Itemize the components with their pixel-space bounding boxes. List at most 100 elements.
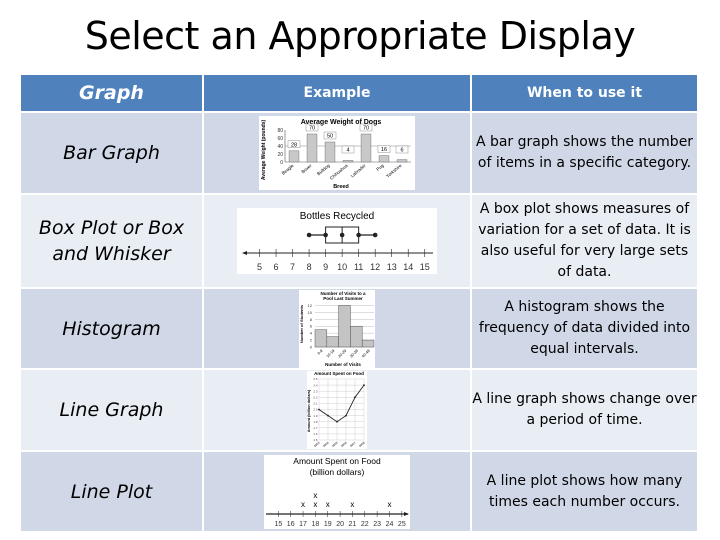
x-tick-label: 21 xyxy=(349,521,357,528)
y-tick-label: 4 xyxy=(310,330,313,335)
box-point xyxy=(356,232,361,238)
y-tick-label: 0 xyxy=(280,160,283,166)
x-tick-label: 2004 xyxy=(322,440,330,448)
bar xyxy=(324,141,336,163)
graph-name: Bar Graph xyxy=(21,113,202,193)
bar xyxy=(306,133,318,163)
when-to-use: A line plot shows how many times each nu… xyxy=(472,452,697,531)
data-point xyxy=(327,414,329,417)
table-header-row: Graph Example When to use it xyxy=(21,75,697,111)
x-tick-label: Yorkshire xyxy=(385,163,403,179)
x-tick-label: 14 xyxy=(403,262,413,272)
x-axis-label: Number of Visits xyxy=(325,362,361,367)
x-tick-label: 6 xyxy=(274,262,279,272)
x-tick-label: 2006 xyxy=(340,440,348,448)
x-tick-label: 15 xyxy=(274,521,282,528)
line-plot-example: Amount Spent on Food(billion dollars) 15 1… xyxy=(264,454,410,529)
histogram-bar xyxy=(361,339,375,347)
page-title: Select an Appropriate Display xyxy=(84,14,636,58)
table-row: Bar Graph Average Weight of Dogs Average … xyxy=(21,113,697,193)
table-row: Box Plot or Box and Whisker Bottles Recy… xyxy=(21,195,697,287)
data-point xyxy=(318,408,320,411)
histogram-bar xyxy=(350,325,363,347)
x-tick-label: Boxer xyxy=(300,163,313,175)
example-cell: Amount Spent on Food Amount (billion doll… xyxy=(204,370,470,450)
y-axis-label: Amount (billion dollars) xyxy=(307,389,311,432)
x-mark: x xyxy=(301,500,305,509)
y-tick-label: 2.3 xyxy=(313,389,318,393)
x-tick-label: 10 xyxy=(337,262,347,272)
x-tick-label: 20 xyxy=(336,521,344,528)
table-row: Line Graph Amount Spent on Food Amount (b… xyxy=(21,370,697,450)
box-point xyxy=(372,232,378,238)
header-when: When to use it xyxy=(472,75,697,111)
x-mark: x xyxy=(313,491,317,500)
chart-title: Amount Spent on Food xyxy=(293,456,381,466)
x-tick-label: 9 xyxy=(323,262,328,272)
x-axis-label: Breed xyxy=(333,184,349,190)
data-point xyxy=(336,420,338,423)
histogram-bar xyxy=(314,328,328,347)
x-tick-label: 11 xyxy=(354,262,363,272)
chart-title: Amount Spent on Food xyxy=(314,371,364,376)
data-label: 6 xyxy=(400,148,403,154)
x-tick-label: Chihuahua xyxy=(329,163,349,181)
y-tick-label: 1.7 xyxy=(313,426,318,430)
data-label: 16 xyxy=(381,147,387,153)
x-tick-label: 17 xyxy=(299,521,307,528)
graph-name: Histogram xyxy=(21,289,202,368)
x-tick-label: 2008 xyxy=(358,440,366,448)
x-tick-label: 8 xyxy=(307,262,312,272)
y-tick-label: 40 xyxy=(277,144,283,150)
example-cell: Bottles Recycled 5 6 7 8 9 10 11 12 13 14 15 xyxy=(204,195,470,287)
bar xyxy=(360,133,372,163)
x-tick-label: 23 xyxy=(373,521,381,528)
data-label: 50 xyxy=(327,134,333,140)
example-cell: Average Weight of Dogs Average Weight (po… xyxy=(204,113,470,193)
y-tick-label: 60 xyxy=(277,136,283,142)
y-tick-label: 1.6 xyxy=(313,432,318,436)
y-tick-label: 2.5 xyxy=(313,377,318,381)
x-mark: x xyxy=(350,500,354,509)
y-axis-label: Average Weight (pounds) xyxy=(261,120,267,181)
data-label: 70 xyxy=(309,126,315,132)
y-tick-label: 12 xyxy=(308,302,313,307)
x-tick-label: 22 xyxy=(361,521,369,528)
y-tick-label: 6 xyxy=(310,323,313,328)
y-tick-label: 10 xyxy=(308,309,313,314)
when-to-use: A bar graph shows the number of items in… xyxy=(472,113,697,193)
header-example: Example xyxy=(204,75,470,111)
table-row: Line Plot Amount Spent on Food (billion d… xyxy=(21,452,697,531)
box-point xyxy=(306,232,312,238)
bar xyxy=(288,150,300,163)
box-point xyxy=(323,232,328,238)
display-table: Graph Example When to use it Bar Graph A… xyxy=(19,73,699,533)
bar xyxy=(378,155,390,163)
x-mark: x xyxy=(313,500,317,509)
x-tick-label: 25 xyxy=(398,521,406,528)
histogram-bar xyxy=(338,304,351,347)
y-tick-label: 2.4 xyxy=(313,383,318,387)
box-point xyxy=(339,232,345,238)
y-tick-label: 2.2 xyxy=(313,396,318,400)
x-tick-label: Labrador xyxy=(350,163,367,179)
x-tick-label: 30-39 xyxy=(349,348,359,358)
x-tick-label: 2007 xyxy=(349,440,357,448)
chart-title-line2: Pool Last Summer xyxy=(323,296,363,301)
data-point xyxy=(363,384,365,386)
data-label: 28 xyxy=(291,142,297,148)
x-mark: x xyxy=(326,500,330,509)
x-tick-label: 16 xyxy=(287,521,295,528)
data-point xyxy=(354,396,356,399)
when-to-use: A histogram shows the frequency of data … xyxy=(472,289,697,368)
when-to-use: A line graph shows change over a period … xyxy=(472,370,697,450)
x-tick-label: 20-29 xyxy=(338,348,348,358)
y-tick-label: 2.0 xyxy=(313,408,318,412)
y-axis-label: Number of Students xyxy=(299,304,304,343)
chart-title: Bottles Recycled xyxy=(300,211,374,222)
graph-name: Line Plot xyxy=(21,452,202,531)
x-tick-label: Pug xyxy=(375,163,385,172)
bar xyxy=(342,160,354,163)
y-tick-label: 2.1 xyxy=(313,402,318,406)
header-graph: Graph xyxy=(21,75,202,111)
